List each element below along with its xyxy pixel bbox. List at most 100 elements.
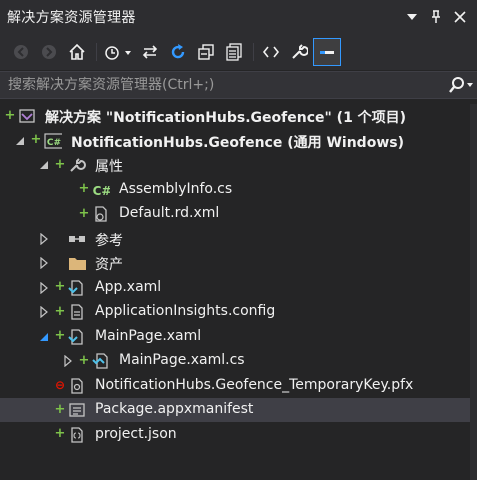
- tree-item[interactable]: + Package.appxmanifest: [0, 398, 470, 422]
- show-all-files-button[interactable]: [221, 39, 247, 65]
- expand-arrow-icon: [40, 232, 48, 245]
- tree-item[interactable]: ⊖ NotificationHubs.Geofence_TemporaryKey.…: [0, 374, 470, 398]
- xml-file-icon: [92, 205, 110, 223]
- expand-arrow-icon: [40, 306, 48, 318]
- pin-icon[interactable]: [427, 8, 445, 26]
- wrench-icon: [292, 44, 308, 59]
- search-options-button[interactable]: [447, 73, 477, 97]
- tree-item-label: AssemblyInfo.cs: [119, 180, 233, 197]
- show-all-files-icon: [226, 43, 242, 61]
- refresh-button[interactable]: [165, 39, 191, 65]
- tree-item-label: 解决方案 "NotificationHubs.Geofence" (1 个项目): [45, 110, 407, 126]
- added-status-icon: +: [78, 205, 90, 221]
- sync-with-active-document-button[interactable]: [137, 39, 163, 65]
- tree-item-label: 参考: [95, 232, 123, 249]
- tree-item[interactable]: + App.xaml: [0, 276, 470, 300]
- tree-expander[interactable]: [38, 306, 50, 318]
- tree-item[interactable]: + ApplicationInsights.config: [0, 300, 470, 324]
- view-code-button[interactable]: [258, 39, 284, 65]
- dropdown-icon[interactable]: [403, 8, 421, 26]
- wrench-icon: [68, 156, 86, 174]
- tree-item[interactable]: 参考: [0, 227, 470, 251]
- tree-expander[interactable]: [38, 257, 50, 269]
- back-button[interactable]: [8, 39, 34, 65]
- tree-item-label: project.json: [95, 425, 177, 442]
- tree-item[interactable]: + Default.rd.xml: [0, 202, 470, 226]
- tree-item[interactable]: + MainPage.xaml: [0, 325, 470, 349]
- tree-item[interactable]: + MainPage.xaml.cs: [0, 349, 470, 373]
- sync-arrows-icon: [142, 45, 158, 59]
- tree-item[interactable]: + 属性: [0, 153, 470, 177]
- home-icon: [69, 43, 85, 60]
- expand-arrow-icon: [64, 355, 72, 367]
- search-icon: [449, 77, 473, 93]
- tree-item-label: MainPage.xaml.cs: [119, 352, 245, 368]
- config-file-icon: [68, 303, 86, 321]
- close-icon[interactable]: [451, 8, 469, 26]
- added-status-icon: +: [54, 401, 66, 417]
- error-status-icon: ⊖: [54, 377, 66, 392]
- xaml-file-icon: [68, 279, 86, 297]
- collapse-arrow-icon: [16, 136, 24, 145]
- xaml-cs-file-icon: [92, 352, 110, 370]
- certificate-icon: [68, 377, 86, 395]
- code-brackets-icon: [262, 46, 280, 58]
- xaml-file-icon: [68, 328, 86, 346]
- added-status-icon: +: [54, 279, 66, 294]
- added-status-icon: +: [30, 132, 42, 147]
- search-input[interactable]: [0, 72, 447, 98]
- search-bar: [0, 71, 477, 99]
- vertical-scrollbar[interactable]: [470, 104, 477, 480]
- home-button[interactable]: [64, 39, 90, 65]
- title-bar: 解决方案资源管理器: [0, 0, 477, 34]
- tree-expander[interactable]: [38, 331, 50, 343]
- added-status-icon: +: [54, 156, 66, 172]
- history-clock-icon: [105, 46, 131, 60]
- added-status-icon: +: [54, 303, 66, 319]
- tree-expander[interactable]: [62, 355, 74, 367]
- tree-expander[interactable]: [38, 232, 50, 245]
- tree-expander[interactable]: [14, 135, 26, 147]
- svg-text:C#: C#: [93, 184, 110, 198]
- tree-item[interactable]: + C# NotificationHubs.Geofence (通用 Windows…: [0, 129, 470, 153]
- collapse-arrow-icon: [40, 332, 48, 341]
- tree-expander[interactable]: [38, 159, 50, 171]
- added-status-icon: +: [54, 328, 66, 343]
- expand-arrow-icon: [40, 281, 48, 294]
- csharp-file-icon: C#: [92, 181, 110, 199]
- refresh-icon: [171, 44, 185, 59]
- tree-item[interactable]: + project.json: [0, 423, 470, 447]
- expand-arrow-icon: [40, 257, 48, 269]
- tree-item[interactable]: + 解决方案 "NotificationHubs.Geofence" (1 个项目…: [0, 104, 470, 128]
- collapse-all-button[interactable]: [193, 39, 219, 65]
- tree-item-label: NotificationHubs.Geofence_TemporaryKey.p…: [95, 376, 414, 393]
- tree-item-label: ApplicationInsights.config: [95, 303, 276, 319]
- svg-text:C#: C#: [47, 138, 61, 148]
- csharp-project-icon: C#: [44, 132, 62, 150]
- panel-title: 解决方案资源管理器: [7, 10, 136, 26]
- back-arrow-icon: [14, 45, 28, 59]
- collapse-arrow-icon: [40, 161, 48, 169]
- references-icon: [68, 230, 86, 248]
- tree-expander[interactable]: [38, 281, 50, 294]
- solution-icon: [18, 107, 36, 125]
- collapse-all-icon: [198, 44, 214, 60]
- title-controls: [403, 8, 469, 26]
- properties-button[interactable]: [286, 39, 312, 65]
- toolbar: [0, 34, 477, 70]
- folder-icon: [68, 254, 86, 272]
- forward-arrow-icon: [42, 45, 56, 59]
- preview-selected-items-button[interactable]: [313, 38, 341, 66]
- tree-item-label: 资产: [95, 257, 123, 273]
- forward-button[interactable]: [36, 39, 62, 65]
- tree-item[interactable]: 资产: [0, 251, 470, 275]
- tree-item-label: NotificationHubs.Geofence (通用 Windows): [71, 134, 404, 151]
- tree-item-label: App.xaml: [95, 278, 162, 295]
- tree-item-label: Package.appxmanifest: [95, 401, 254, 417]
- tree-item[interactable]: + C# AssemblyInfo.cs: [0, 178, 470, 202]
- tree-item-label: Default.rd.xml: [119, 205, 220, 221]
- pending-changes-filter-button[interactable]: [101, 39, 135, 65]
- preview-pane-icon: [320, 51, 334, 54]
- added-status-icon: +: [78, 181, 90, 196]
- json-file-icon: [68, 426, 86, 444]
